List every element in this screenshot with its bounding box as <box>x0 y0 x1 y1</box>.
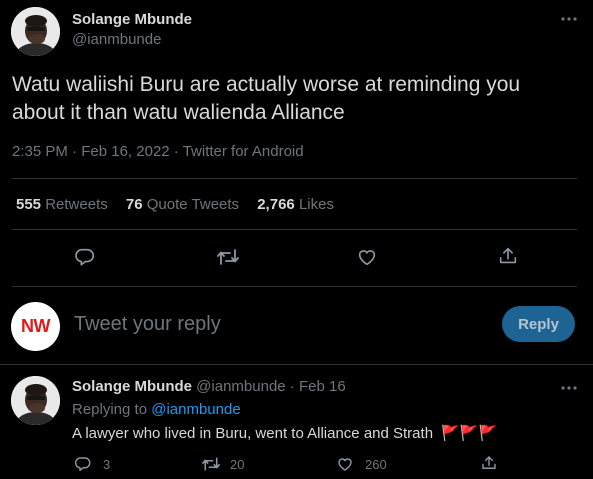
retweets-label: Retweets <box>45 196 108 213</box>
tweet-meta: 2:35 PM · Feb 16, 2022 · Twitter for And… <box>12 143 304 160</box>
reply-author-handle[interactable]: @ianmbunde <box>196 378 285 395</box>
reply-input[interactable]: Tweet your reply <box>74 313 221 336</box>
author-handle[interactable]: @ianmbunde <box>72 31 161 48</box>
meta-separator: · <box>173 143 179 160</box>
reply-action-reply[interactable]: 3 <box>74 455 110 473</box>
retweet-count: 20 <box>230 456 245 472</box>
divider <box>12 286 577 287</box>
tweet-date[interactable]: Feb 16, 2022 <box>81 143 169 160</box>
reply-date[interactable]: Feb 16 <box>299 378 346 395</box>
reply-more-icon[interactable] <box>560 384 578 392</box>
replying-to: Replying to @ianmbunde <box>72 401 241 418</box>
tweet-text-line-2: about it than watu walienda Alliance <box>12 101 345 124</box>
divider <box>0 364 593 365</box>
divider <box>12 229 577 230</box>
retweet-icon[interactable] <box>216 246 240 268</box>
reply-author-name[interactable]: Solange Mbunde <box>72 378 192 395</box>
like-icon <box>336 455 354 473</box>
more-icon[interactable] <box>560 15 578 23</box>
like-icon[interactable] <box>356 246 378 268</box>
replying-handle[interactable]: @ianmbunde <box>151 401 240 418</box>
reply-action-retweet[interactable]: 20 <box>201 455 244 473</box>
tweet-source[interactable]: Twitter for Android <box>183 143 304 160</box>
reply-icon[interactable] <box>74 246 96 268</box>
reply-share-icon[interactable] <box>480 454 498 472</box>
divider <box>12 178 577 179</box>
author-name[interactable]: Solange Mbunde <box>72 11 192 28</box>
replying-prefix: Replying to <box>72 401 148 418</box>
reply-count: 3 <box>103 456 111 472</box>
red-flags-emoji: 🚩🚩🚩 <box>441 425 498 442</box>
quotes-label: Quote Tweets <box>146 196 240 213</box>
likes-count: 2,766 <box>257 196 295 213</box>
like-count: 260 <box>365 456 387 472</box>
author-avatar[interactable] <box>11 7 60 56</box>
likes-stat[interactable]: 2,766 Likes <box>257 196 334 213</box>
stats-row: 555 Retweets 76 Quote Tweets 2,766 Likes <box>16 196 334 213</box>
reply-author-avatar[interactable] <box>11 376 60 425</box>
tweet-time[interactable]: 2:35 PM <box>12 143 68 160</box>
composer-avatar-text: NW <box>21 316 51 336</box>
retweets-stat[interactable]: 555 Retweets <box>16 196 112 213</box>
composer-avatar: NW <box>11 302 60 351</box>
reply-header: Solange Mbunde @ianmbunde · Feb 16 <box>72 378 346 395</box>
reply-icon <box>74 455 92 473</box>
reply-action-like[interactable]: 260 <box>336 455 387 473</box>
reply-button[interactable]: Reply <box>502 306 575 342</box>
retweets-count: 555 <box>16 196 42 213</box>
meta-separator: · <box>289 378 295 395</box>
meta-separator: · <box>72 143 78 160</box>
tweet-text-line-1: Watu waliishi Buru are actually worse at… <box>12 73 521 96</box>
quotes-stat[interactable]: 76 Quote Tweets <box>126 196 243 213</box>
retweet-icon <box>201 455 221 473</box>
reply-text-body: A lawyer who lived in Buru, went to Alli… <box>72 425 434 442</box>
likes-label: Likes <box>298 196 334 213</box>
tweet-text: Watu waliishi Buru are actually worse at… <box>12 71 520 127</box>
quotes-count: 76 <box>125 196 143 213</box>
reply-text: A lawyer who lived in Buru, went to Alli… <box>72 424 497 442</box>
share-icon[interactable] <box>497 245 519 267</box>
